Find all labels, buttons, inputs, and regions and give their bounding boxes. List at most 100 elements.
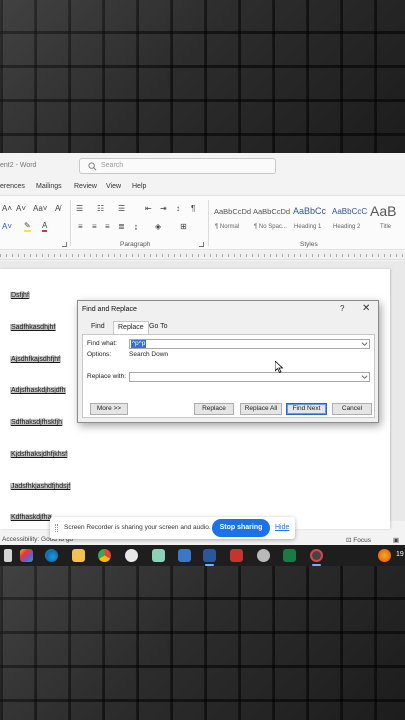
close-icon[interactable]: ✕ xyxy=(362,303,370,314)
increase-indent-icon[interactable]: ⇥ xyxy=(160,204,167,213)
highlight-icon[interactable]: ✎ xyxy=(24,222,31,232)
font-dialog-launcher-icon[interactable] xyxy=(62,242,67,247)
style-name: Heading 2 xyxy=(333,224,361,230)
find-next-button[interactable]: Find Next xyxy=(286,403,327,415)
desktop-wallpaper-top xyxy=(0,0,405,153)
weather-icon[interactable] xyxy=(378,549,391,562)
style-name: Title xyxy=(380,224,392,230)
style-normal[interactable]: AaBbCcDd ¶ Normal xyxy=(212,201,252,237)
replace-button[interactable]: Replace xyxy=(194,403,234,415)
title-bar: ent2 - Word Search xyxy=(0,153,405,179)
document-line[interactable]: Kdfhaskdjfha xyxy=(10,514,53,521)
style-name: Heading 1 xyxy=(294,224,322,230)
document-line[interactable]: Sdfhaksdjfhskfjh xyxy=(10,419,63,426)
style-heading-2[interactable]: AaBbCcC Heading 2 xyxy=(330,201,368,237)
change-case-icon[interactable]: Aa˅ xyxy=(33,204,47,213)
help-button[interactable]: ? xyxy=(340,304,344,313)
options-label: Options: xyxy=(87,351,112,358)
tab-find[interactable]: Find xyxy=(87,321,109,334)
notepad-icon[interactable] xyxy=(152,549,165,562)
font-color-icon[interactable]: A xyxy=(42,222,48,232)
line-spacing-icon[interactable]: ↨ xyxy=(134,222,138,231)
desktop-wallpaper-bottom xyxy=(0,566,405,720)
paragraph-dialog-launcher-icon[interactable] xyxy=(199,242,204,247)
focus-label: Focus xyxy=(353,537,371,544)
tab-help[interactable]: Help xyxy=(132,183,146,190)
tab-review[interactable]: Review xyxy=(74,183,97,190)
app-icon[interactable] xyxy=(178,549,191,562)
find-what-label: Find what: xyxy=(87,340,117,347)
text-effects-icon[interactable]: A˅ xyxy=(2,222,12,231)
align-left-icon[interactable]: ≡ xyxy=(78,222,83,231)
screen-share-bar: Screen Recorder is sharing your screen a… xyxy=(50,517,295,539)
document-title: ent2 - Word xyxy=(0,162,37,169)
read-mode-icon[interactable]: ▣ xyxy=(393,536,399,544)
screen-share-message: Screen Recorder is sharing your screen a… xyxy=(64,524,211,531)
tab-view[interactable]: View xyxy=(106,183,121,190)
style-no-spacing[interactable]: AaBbCcDd ¶ No Spac... xyxy=(251,201,290,237)
borders-icon[interactable]: ⊞ xyxy=(180,222,187,231)
style-sample: AaBbCcC xyxy=(332,207,368,216)
replace-all-button[interactable]: Replace All xyxy=(240,403,282,415)
screen-recorder-icon[interactable] xyxy=(310,549,323,562)
justify-icon[interactable]: ≣ xyxy=(118,222,125,231)
taskbar-clock[interactable]: 19 xyxy=(396,551,404,558)
tab-references[interactable]: erences xyxy=(0,183,25,190)
more-button[interactable]: More >> xyxy=(90,403,128,415)
clear-formatting-icon[interactable]: A̸ xyxy=(55,204,60,213)
horizontal-ruler[interactable] xyxy=(0,251,405,260)
document-line[interactable]: Sadfhkasdhjhf xyxy=(10,324,57,331)
document-line[interactable]: Ajsdhfkajsdhfjhf xyxy=(10,356,62,363)
style-heading-1[interactable]: AaBbCc Heading 1 xyxy=(291,201,329,237)
font-size-up-icon[interactable]: A˄ xyxy=(2,204,12,213)
mouse-pointer-icon xyxy=(275,361,283,373)
file-explorer-icon[interactable] xyxy=(72,549,85,562)
hide-link[interactable]: Hide xyxy=(275,524,289,531)
style-sample: AaBbCcDd xyxy=(214,207,252,216)
replace-with-field[interactable] xyxy=(129,372,370,382)
start-icon[interactable] xyxy=(4,549,12,562)
decrease-indent-icon[interactable]: ⇤ xyxy=(145,204,152,213)
shading-icon[interactable]: ◈ xyxy=(155,222,161,231)
find-what-field[interactable]: ^p^p xyxy=(129,339,370,349)
focus-mode[interactable]: ⊡ Focus xyxy=(346,536,371,544)
document-line[interactable]: Jadsfhkjashdfjhdsjf xyxy=(10,483,72,490)
style-title[interactable]: AaB Title xyxy=(368,201,405,237)
app-icon[interactable] xyxy=(257,549,270,562)
document-line[interactable]: Adjsfhaskdjhsjdfh xyxy=(10,387,67,394)
style-sample: AaBbCc xyxy=(293,206,327,216)
document-line[interactable]: Dsfjhf xyxy=(10,292,30,299)
show-formatting-icon[interactable]: ¶ xyxy=(191,204,195,213)
numbering-icon[interactable]: ☷ xyxy=(97,204,104,213)
style-sample: AaB xyxy=(370,203,397,219)
chrome-icon[interactable] xyxy=(98,549,111,562)
copilot-icon[interactable] xyxy=(20,549,33,562)
search-placeholder: Search xyxy=(101,162,124,169)
chatgpt-icon[interactable] xyxy=(125,549,138,562)
stop-sharing-button[interactable]: Stop sharing xyxy=(212,519,270,537)
ribbon: A˄ A˅ Aa˅ A̸ A˅ ✎ A ☰ ☷ ☰ ⇤ ⇥ ↕ ¶ ≡ ≡ ≡ … xyxy=(0,195,405,250)
paragraph-group-label: Paragraph xyxy=(120,241,151,248)
align-right-icon[interactable]: ≡ xyxy=(105,222,110,231)
excel-icon[interactable] xyxy=(283,549,296,562)
align-center-icon[interactable]: ≡ xyxy=(92,222,97,231)
multilevel-list-icon[interactable]: ☰ xyxy=(118,204,125,213)
bullets-icon[interactable]: ☰ xyxy=(76,204,83,213)
edge-icon[interactable] xyxy=(45,549,58,562)
replace-panel: Find what: ^p^p Options: Search Down Rep… xyxy=(82,334,375,418)
tab-mailings[interactable]: Mailings xyxy=(36,183,62,190)
cancel-button[interactable]: Cancel xyxy=(332,403,372,415)
drag-handle-icon[interactable] xyxy=(55,524,58,532)
font-size-down-icon[interactable]: A˅ xyxy=(16,204,26,213)
word-icon[interactable] xyxy=(203,549,216,562)
chevron-down-icon[interactable] xyxy=(361,374,368,380)
document-line[interactable]: Kjdsfhaksjdhfjkhsf xyxy=(10,451,69,458)
search-input[interactable]: Search xyxy=(79,158,276,174)
tab-replace[interactable]: Replace xyxy=(113,321,149,335)
sort-icon[interactable]: ↕ xyxy=(176,204,180,213)
tab-go-to[interactable]: Go To xyxy=(145,321,172,334)
ribbon-separator xyxy=(70,200,71,246)
chevron-down-icon[interactable] xyxy=(361,341,368,347)
pdf-icon[interactable] xyxy=(230,549,243,562)
options-value: Search Down xyxy=(129,351,169,358)
